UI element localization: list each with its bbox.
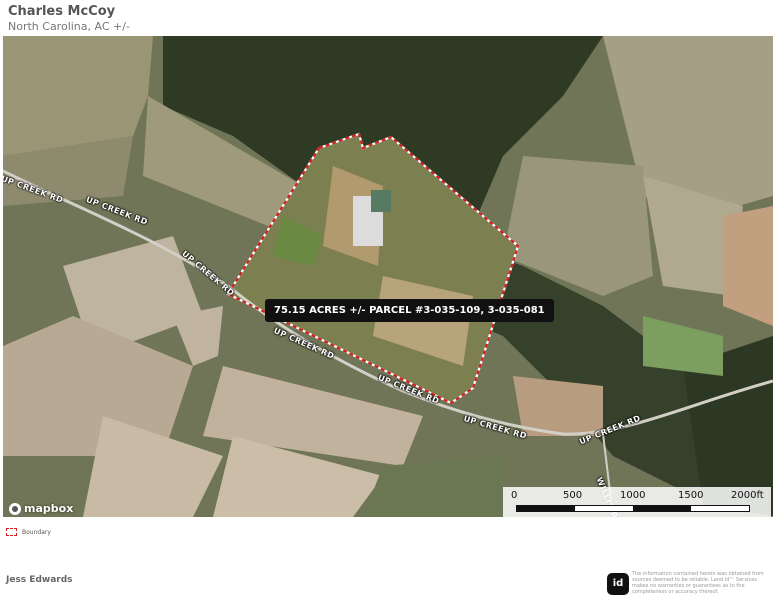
land-id-logo-icon: id (607, 573, 629, 595)
disclaimer-text: The information contained herein was obt… (632, 571, 764, 595)
scale-bar-graphic (516, 505, 750, 512)
map-legend: Boundary (6, 528, 51, 536)
mapbox-attribution[interactable]: mapbox (9, 502, 73, 515)
scale-tick: 1000 (620, 490, 646, 501)
page-subtitle: North Carolina, AC +/- (8, 20, 130, 33)
satellite-map[interactable]: 75.15 ACRES +/- PARCEL #3-035-109, 3-035… (3, 36, 773, 517)
map-imagery (3, 36, 773, 517)
parcel-label: 75.15 ACRES +/- PARCEL #3-035-109, 3-035… (265, 299, 554, 322)
author-name: Jess Edwards (6, 575, 73, 585)
mapbox-logo-icon (9, 502, 21, 515)
scale-tick: 1500 (678, 490, 704, 501)
scale-bar: 0 500 1000 1500 2000ft (503, 487, 771, 517)
scale-tick: 500 (563, 490, 583, 501)
page-title: Charles McCoy (8, 4, 116, 19)
legend-label: Boundary (22, 528, 51, 536)
scale-tick: 0 (511, 490, 518, 501)
scale-tick: 2000ft (731, 490, 764, 501)
boundary-swatch-icon (6, 528, 17, 536)
mapbox-wordmark: mapbox (24, 502, 74, 515)
